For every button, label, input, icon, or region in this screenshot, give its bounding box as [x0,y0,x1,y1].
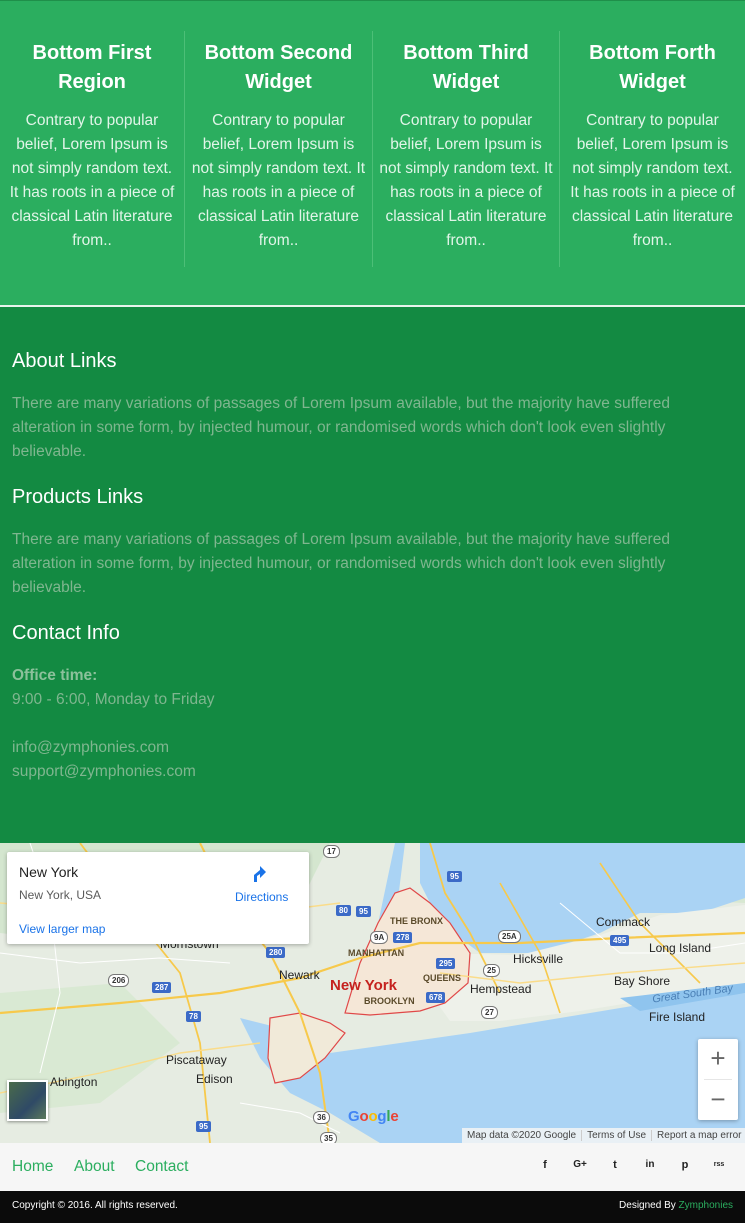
google-map[interactable]: New York THE BRONX MANHATTAN QUEENS BROO… [0,843,745,1143]
route-shield: 17 [323,845,340,858]
map-label-queens: QUEENS [423,973,462,983]
bottom-widgets-region: Bottom First Region Contrary to popular … [0,0,745,306]
support-email: support@zymphonies.com [12,763,196,780]
widget-title: Bottom Forth Widget [589,42,716,93]
map-label-manhattan: MANHATTAN [348,948,405,958]
zoom-in-button[interactable]: + [698,1039,738,1079]
info-email: info@zymphonies.com [12,739,170,756]
office-time-label: Office time: [12,667,98,684]
route-shield: 80 [336,905,351,916]
route-shield: 495 [610,935,630,946]
designed-by: Designed By Zymphonies [619,1200,733,1211]
route-shield: 25A [498,930,521,943]
route-shield: 287 [152,982,172,993]
products-links-text: There are many variations of passages of… [12,531,670,596]
widget-third: Bottom Third Widget Contrary to popular … [372,31,559,267]
footer-link-contact[interactable]: Contact [135,1158,188,1176]
widget-title: Bottom Third Widget [403,42,529,93]
widget-title: Bottom Second Widget [204,42,353,93]
google-plus-icon[interactable]: G+ [570,1157,590,1177]
facebook-icon[interactable]: f [535,1157,555,1177]
view-larger-map-link[interactable]: View larger map [19,922,105,936]
map-label-fire-island: Fire Island [649,1010,706,1024]
widget-body: Contrary to popular belief, Lorem Ipsum … [9,112,175,249]
pinterest-icon[interactable]: p [675,1157,695,1177]
google-logo-letter: G [348,1108,360,1125]
map-label-edison: Edison [196,1072,233,1086]
route-shield: 27 [481,1006,498,1019]
place-name: New York [19,864,79,880]
route-shield: 206 [108,974,130,987]
designed-by-label: Designed By [619,1200,676,1211]
map-label-bay-shore: Bay Shore [614,974,671,988]
widget-title: Bottom First Region [32,42,152,93]
map-label-hicksville: Hicksville [513,952,564,966]
twitter-icon[interactable]: t [605,1157,625,1177]
map-label-newark: Newark [279,968,320,982]
google-logo-letter: e [390,1108,399,1125]
route-shield: 78 [186,1011,201,1022]
map-label-brooklyn: BROOKLYN [364,996,415,1006]
contact-info-heading: Contact Info [12,622,120,644]
widget-second: Bottom Second Widget Contrary to popular… [184,31,372,267]
footer-link-home[interactable]: Home [12,1158,53,1176]
map-label-commack: Commack [596,915,651,929]
zymphonies-link[interactable]: Zymphonies [679,1200,733,1211]
products-links-heading: Products Links [12,486,144,508]
map-place-card: New York New York, USA View larger map D… [7,852,309,944]
directions-button[interactable]: Directions [235,890,288,904]
footer-menu: Home About Contact f G+ t in p rss [0,1143,745,1191]
route-shield: 35 [320,1132,337,1143]
route-shield: 95 [196,1121,211,1132]
map-label-new-york: New York [330,977,397,994]
report-map-error-link[interactable]: Report a map error [651,1130,745,1141]
route-shield: 9A [370,931,389,944]
map-label-abington: Abington [50,1075,98,1089]
satellite-toggle[interactable] [7,1080,48,1121]
footer-link-about[interactable]: About [74,1158,115,1176]
directions-icon[interactable] [250,864,272,886]
route-shield: 280 [266,947,286,958]
google-logo: Google [348,1108,399,1125]
route-shield: 25 [483,964,500,977]
route-shield: 95 [447,871,462,882]
route-shield: 36 [313,1111,330,1124]
widget-body: Contrary to popular belief, Lorem Ipsum … [379,112,553,249]
map-label-piscataway: Piscataway [166,1053,227,1067]
widget-first: Bottom First Region Contrary to popular … [0,31,184,267]
about-links-heading: About Links [12,350,117,372]
about-links-text: There are many variations of passages of… [12,395,670,460]
widget-fourth: Bottom Forth Widget Contrary to popular … [559,31,745,267]
route-shield: 278 [393,932,413,943]
office-hours: 9:00 - 6:00, Monday to Friday [12,691,215,708]
zoom-out-button[interactable]: − [698,1080,738,1120]
copyright-bar: Copyright © 2016. All rights reserved. D… [0,1191,745,1223]
map-data-credit: Map data ©2020 Google [467,1130,577,1141]
route-shield: 95 [356,906,371,917]
zoom-controls: + − [698,1039,738,1120]
linkedin-icon[interactable]: in [640,1157,660,1177]
terms-of-use-link[interactable]: Terms of Use [581,1130,652,1141]
map-label-hempstead: Hempstead [470,982,532,996]
map-label-bronx: THE BRONX [390,916,444,926]
footer-info-region: About Links There are many variations of… [0,307,745,843]
widget-body: Contrary to popular belief, Lorem Ipsum … [570,112,735,249]
place-address: New York, USA [19,888,102,902]
map-attribution: Map data ©2020 Google Terms of Use Report … [462,1128,745,1143]
route-shield: 678 [426,992,446,1003]
map-label-long-island: Long Island [649,941,712,955]
widget-body: Contrary to popular belief, Lorem Ipsum … [191,112,366,249]
route-shield: 295 [436,958,456,969]
copyright-text: Copyright © 2016. All rights reserved. [12,1200,178,1211]
rss-icon[interactable]: rss [709,1157,729,1177]
